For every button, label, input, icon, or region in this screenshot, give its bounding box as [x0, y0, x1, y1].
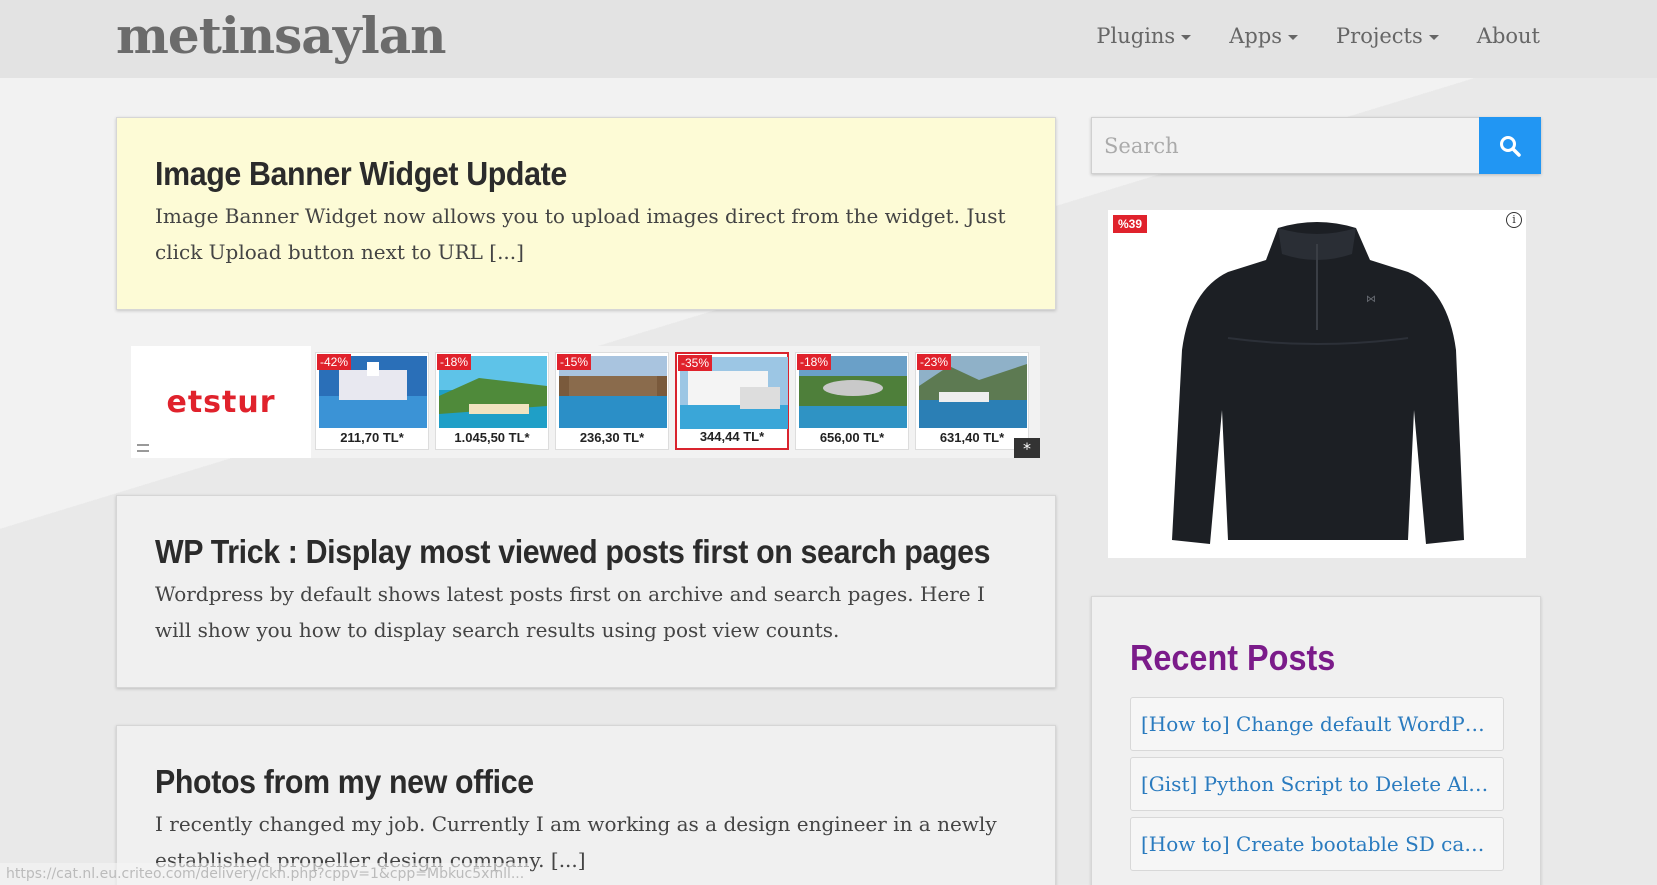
- hotel-tile[interactable]: -23% 631,40 TL*: [915, 352, 1029, 450]
- recent-post-link[interactable]: [Gist] Python Script to Delete All E...: [1130, 757, 1504, 811]
- hotel-tiles: -42% 211,70 TL* -18% 1.045,50 TL* -15% 2…: [315, 352, 1029, 450]
- search-input[interactable]: [1091, 117, 1479, 174]
- recent-post-link[interactable]: [How to] Change default WordPress...: [1130, 697, 1504, 751]
- site-brand[interactable]: metinsaylan: [116, 6, 447, 65]
- discount-badge: -35%: [678, 355, 713, 371]
- nav-plugins-label: Plugins: [1096, 24, 1176, 48]
- jacket-image: ⋈: [1172, 222, 1464, 544]
- discount-badge: -15%: [557, 354, 592, 370]
- tile-price: 344,44 TL*: [699, 429, 765, 444]
- discount-badge: -42%: [317, 354, 352, 370]
- post-card: WP Trick : Display most viewed posts fir…: [116, 495, 1056, 688]
- caret-down-icon: [1288, 35, 1299, 40]
- post-title[interactable]: Photos from my new office: [155, 763, 948, 800]
- hotel-tile[interactable]: -18% 656,00 TL*: [795, 352, 909, 450]
- discount-badge: %39: [1113, 215, 1148, 233]
- recent-posts-list: [How to] Change default WordPress... [Gi…: [1130, 697, 1504, 877]
- etstur-logo-text: etstur: [166, 384, 276, 420]
- tile-price: 656,00 TL*: [819, 430, 885, 445]
- tile-price: 211,70 TL*: [340, 430, 404, 445]
- info-icon[interactable]: i: [1506, 212, 1522, 228]
- nav-about[interactable]: About: [1477, 24, 1540, 48]
- svg-text:⋈: ⋈: [1366, 294, 1376, 305]
- etstur-logo[interactable]: etstur: [131, 346, 311, 458]
- main-nav: Plugins Apps Projects About: [1096, 24, 1540, 48]
- discount-badge: -18%: [797, 354, 832, 370]
- post-title[interactable]: Image Banner Widget Update: [155, 155, 948, 192]
- nav-apps-label: Apps: [1229, 24, 1283, 48]
- post-card: Photos from my new office I recently cha…: [116, 725, 1056, 885]
- post-card: Image Banner Widget Update Image Banner …: [116, 117, 1056, 310]
- sidebar-product-ad[interactable]: ⋈ %39 i: [1108, 210, 1526, 558]
- post-title[interactable]: WP Trick : Display most viewed posts fir…: [155, 533, 991, 570]
- status-bar-url: https://cat.nl.eu.criteo.com/delivery/ck…: [0, 863, 531, 885]
- recent-posts-widget: Recent Posts [How to] Change default Wor…: [1091, 596, 1541, 885]
- discount-badge: -18%: [437, 354, 472, 370]
- tile-price: 236,30 TL*: [579, 430, 645, 445]
- tile-price: 1.045,50 TL*: [454, 430, 530, 445]
- nav-about-label: About: [1476, 24, 1540, 48]
- caret-down-icon: [1428, 35, 1439, 40]
- nav-projects[interactable]: Projects: [1336, 24, 1439, 48]
- nav-projects-label: Projects: [1336, 24, 1423, 48]
- hotel-tile[interactable]: -35% 344,44 TL*: [675, 352, 789, 450]
- top-navbar: metinsaylan Plugins Apps Projects About: [0, 0, 1657, 78]
- nav-plugins[interactable]: Plugins: [1096, 24, 1192, 48]
- hotel-tile[interactable]: -15% 236,30 TL*: [555, 352, 669, 450]
- ad-star-icon[interactable]: *: [1014, 438, 1040, 458]
- menu-icon[interactable]: [137, 444, 149, 452]
- etstur-ad-banner[interactable]: etstur -42% 211,70 TL* -18% 1.045,50 TL*…: [131, 346, 1040, 458]
- caret-down-icon: [1181, 35, 1192, 40]
- post-excerpt: Wordpress by default shows latest posts …: [155, 582, 985, 643]
- hotel-tile[interactable]: -42% 211,70 TL*: [315, 352, 429, 450]
- search-form: [1091, 117, 1541, 174]
- search-button[interactable]: [1479, 117, 1541, 174]
- widget-title: Recent Posts: [1130, 637, 1336, 678]
- hotel-tile[interactable]: -18% 1.045,50 TL*: [435, 352, 549, 450]
- discount-badge: -23%: [917, 354, 952, 370]
- post-excerpt: Image Banner Widget now allows you to up…: [155, 204, 1006, 265]
- search-icon: [1500, 135, 1521, 157]
- recent-post-link[interactable]: [How to] Create bootable SD card fo...: [1130, 817, 1504, 871]
- nav-apps[interactable]: Apps: [1229, 24, 1299, 48]
- tile-price: 631,40 TL*: [939, 430, 1005, 445]
